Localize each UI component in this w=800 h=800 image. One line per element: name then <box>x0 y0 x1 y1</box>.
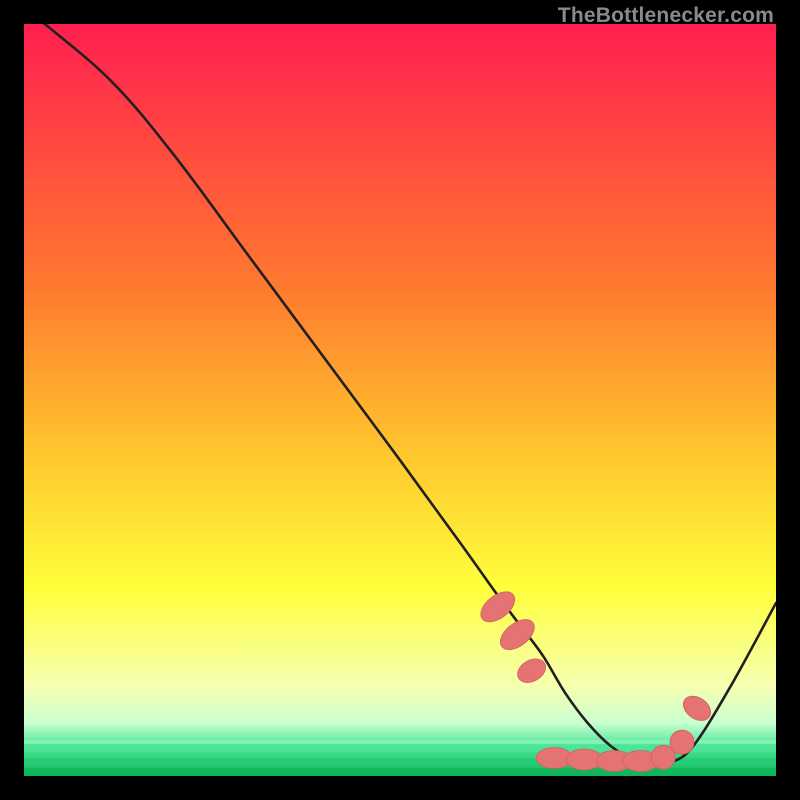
chart-frame <box>24 24 776 776</box>
gradient-background <box>24 24 776 776</box>
watermark-text: TheBottlenecker.com <box>558 4 774 28</box>
curve-marker <box>670 730 694 754</box>
chart-svg <box>24 24 776 776</box>
